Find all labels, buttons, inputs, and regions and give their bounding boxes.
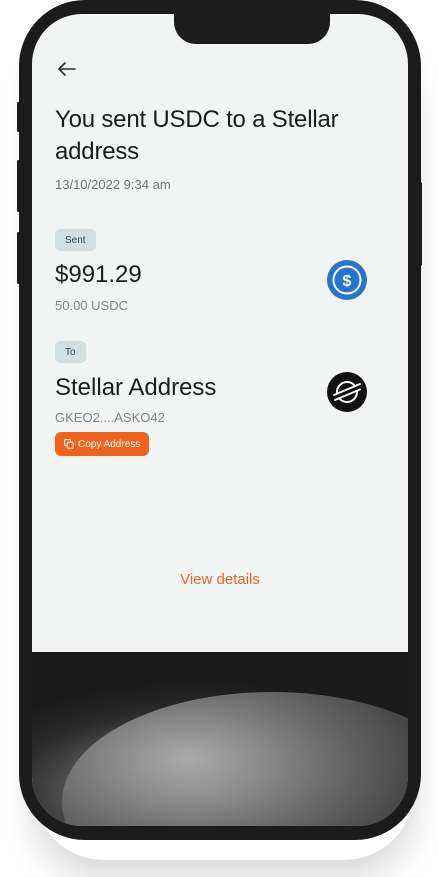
copy-address-label: Copy Address	[78, 438, 141, 450]
notch	[174, 14, 330, 44]
mute-switch	[17, 102, 20, 132]
page-title: You sent USDC to a Stellar address	[55, 106, 339, 165]
back-button[interactable]	[56, 58, 78, 80]
volume-up-button	[17, 160, 20, 212]
amount-fiat: $991.29	[55, 261, 142, 288]
copy-address-button[interactable]: Copy Address	[55, 432, 150, 456]
recipient-address: GKEO2....ASKO42	[55, 410, 165, 425]
recipient-name: Stellar Address	[55, 374, 217, 401]
transaction-timestamp: 13/10/2022 9:34 am	[55, 177, 171, 192]
arrow-left-icon	[58, 62, 76, 76]
amount-crypto: 50.00 USDC	[55, 298, 128, 313]
to-badge: To	[55, 341, 86, 363]
background-shape	[62, 692, 408, 826]
screen: You sent USDC to a Stellar address 13/10…	[32, 14, 408, 826]
background-image	[32, 652, 408, 826]
svg-text:$: $	[343, 273, 352, 290]
copy-icon	[64, 439, 74, 449]
view-details-link[interactable]: View details	[32, 571, 408, 588]
stellar-icon	[327, 372, 367, 412]
volume-down-button	[17, 232, 20, 284]
usdc-icon: $	[327, 260, 367, 300]
sent-badge: Sent	[55, 229, 96, 251]
power-button	[419, 182, 422, 266]
